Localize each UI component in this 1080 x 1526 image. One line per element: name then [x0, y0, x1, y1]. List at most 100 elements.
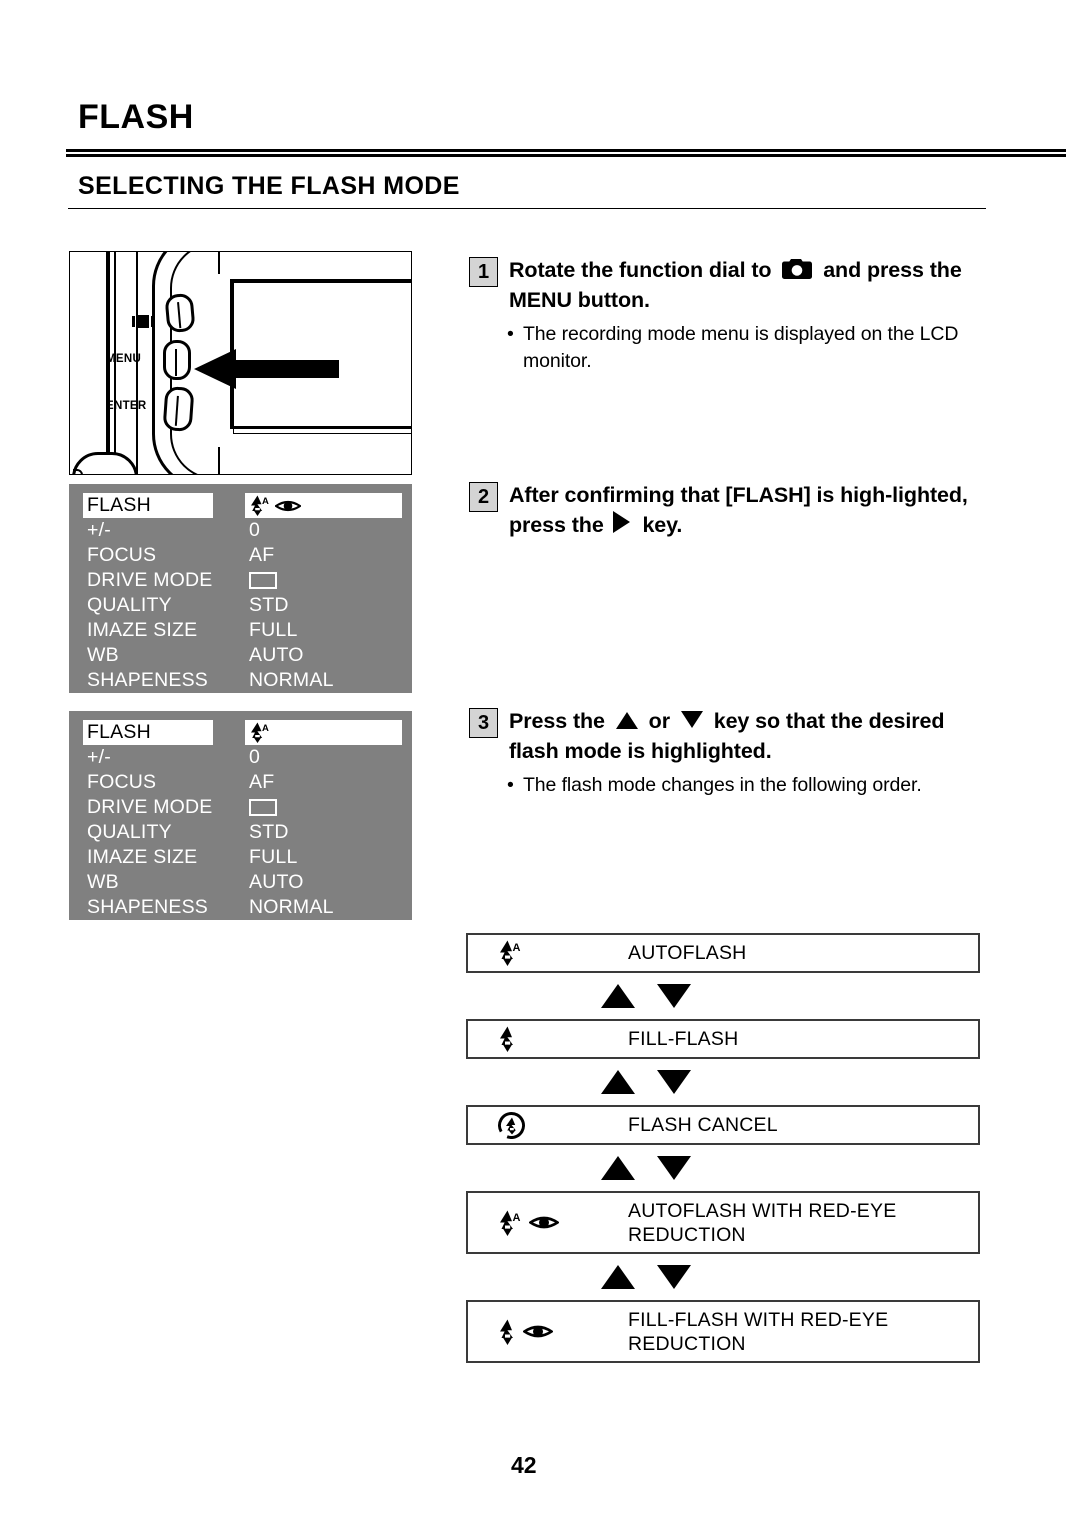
- lcd-value-exposure-comp: 0: [249, 746, 261, 768]
- step-1-number: 1: [469, 257, 498, 287]
- section-divider: [68, 208, 986, 209]
- title-divider: [66, 149, 1066, 157]
- camera-tick-bottom: [218, 447, 221, 474]
- lcd-menu-panel-1: FLASH A +/- 0 FOCUS AF DRIVE MODE QUALIT…: [69, 484, 412, 693]
- flash-auto-icon: A: [251, 495, 269, 516]
- lcd-row-image-size[interactable]: IMAZE SIZE FULL: [69, 618, 412, 643]
- step-3-text: Press the or key so that the desired fla…: [509, 706, 985, 766]
- lcd-row-wb[interactable]: WB AUTO: [69, 643, 412, 668]
- lcd-row-focus[interactable]: FOCUS AF: [69, 543, 412, 568]
- svg-text:A: A: [262, 723, 269, 734]
- flash-auto-icon: A: [500, 1210, 521, 1236]
- step-2-text-before: After confirming that [FLASH] is high-li…: [509, 483, 968, 537]
- flash-fill-icon: [500, 1026, 513, 1052]
- step-2-text-after: key.: [642, 513, 683, 537]
- lcd-row-quality[interactable]: QUALITY STD: [69, 593, 412, 618]
- lcd-row-quality[interactable]: QUALITY STD: [69, 820, 412, 845]
- lcd-label-quality: QUALITY: [87, 821, 172, 843]
- flash-mode-fill-flash[interactable]: FILL-FLASH: [466, 1019, 980, 1059]
- lcd-label-flash: FLASH: [83, 493, 213, 518]
- lcd-row-focus[interactable]: FOCUS AF: [69, 770, 412, 795]
- flash-mode-label: FILL-FLASH: [628, 1028, 739, 1050]
- step-1-text: Rotate the function dial to and press th…: [509, 255, 985, 315]
- flash-mode-flash-cancel[interactable]: FLASH CANCEL: [466, 1105, 980, 1145]
- lcd-value-sharpness: NORMAL: [249, 669, 334, 691]
- triangle-down-icon: [680, 711, 703, 728]
- flash-mode-icons: [498, 1026, 516, 1052]
- step-3-bullet: • The flash mode changes in the followin…: [507, 772, 985, 799]
- enter-button-label: ENTER: [106, 400, 147, 412]
- lcd-label-drive-mode: DRIVE MODE: [87, 569, 213, 591]
- bullet-dot-icon: •: [507, 323, 514, 345]
- step-2: 2 After confirming that [FLASH] is high-…: [469, 480, 985, 540]
- lcd-value-quality: STD: [249, 821, 289, 843]
- lcd-row-sharpness[interactable]: SHAPENESS NORMAL: [69, 668, 412, 693]
- step-3-text-before: Press the: [509, 709, 605, 733]
- flash-mode-label: AUTOFLASH: [628, 942, 747, 964]
- svg-text:A: A: [262, 496, 269, 507]
- lcd-value-image-size: FULL: [249, 619, 298, 641]
- lcd-row-image-size[interactable]: IMAZE SIZE FULL: [69, 845, 412, 870]
- flash-mode-fill-flash-redeye[interactable]: FILL-FLASH WITH RED-EYE REDUCTION: [466, 1300, 980, 1363]
- arrow-pair: [466, 1059, 980, 1105]
- lcd-label-sharpness: SHAPENESS: [87, 896, 209, 918]
- single-frame-icon: [249, 572, 277, 590]
- flash-mode-label: FILL-FLASH WITH RED-EYE REDUCTION: [628, 1308, 889, 1355]
- flash-mode-autoflash[interactable]: A AUTOFLASH: [466, 933, 980, 973]
- red-eye-icon: [275, 500, 301, 511]
- triangle-right-icon: [612, 511, 630, 533]
- lcd-row-exposure-comp[interactable]: +/- 0: [69, 745, 412, 770]
- arrow-pair: [466, 973, 980, 1019]
- flash-mode-icons: [498, 1319, 553, 1345]
- page-title: FLASH: [78, 98, 194, 136]
- lcd-label-sharpness: SHAPENESS: [87, 669, 209, 691]
- step-1-text-before: Rotate the function dial to: [509, 258, 772, 282]
- flash-auto-icon: A: [251, 722, 269, 743]
- lcd-value-focus: AF: [249, 544, 275, 566]
- flash-mode-icons: A: [498, 940, 522, 966]
- enter-button[interactable]: [162, 386, 195, 432]
- triangle-down-icon: [657, 1265, 691, 1289]
- page-number: 42: [511, 1452, 537, 1478]
- flash-mode-label: FLASH CANCEL: [628, 1114, 778, 1136]
- bullet-dot-icon: •: [507, 774, 514, 796]
- lcd-label-focus: FOCUS: [87, 544, 157, 566]
- red-eye-icon: [523, 1325, 553, 1338]
- step-1-bullet: • The recording mode menu is displayed o…: [507, 321, 985, 375]
- display-button[interactable]: [164, 292, 196, 334]
- flash-mode-autoflash-redeye[interactable]: A AUTOFLASH WITH RED-EYE REDUCTION: [466, 1191, 980, 1254]
- lcd-label-wb: WB: [87, 644, 119, 666]
- lcd-menu-panel-2: FLASH A +/- 0 FOCUS AF DRIVE MODE QUALIT…: [69, 711, 412, 920]
- triangle-up-icon: [615, 712, 638, 729]
- step-3-text-mid: or: [648, 709, 670, 733]
- display-icon: [132, 315, 154, 328]
- lcd-row-drive-mode[interactable]: DRIVE MODE: [69, 795, 412, 820]
- lcd-label-focus: FOCUS: [87, 771, 157, 793]
- step-1-heading: 1 Rotate the function dial to and press …: [469, 255, 985, 315]
- triangle-down-icon: [657, 1070, 691, 1094]
- step-1: 1 Rotate the function dial to and press …: [469, 255, 985, 375]
- lcd-row-flash[interactable]: FLASH A: [69, 493, 412, 518]
- menu-button[interactable]: [163, 340, 191, 380]
- lcd-value-flash: A: [245, 493, 402, 518]
- lcd-row-exposure-comp[interactable]: +/- 0: [69, 518, 412, 543]
- triangle-up-icon: [601, 984, 635, 1008]
- lcd-row-sharpness[interactable]: SHAPENESS NORMAL: [69, 895, 412, 920]
- lcd-label-drive-mode: DRIVE MODE: [87, 796, 213, 818]
- triangle-up-icon: [601, 1265, 635, 1289]
- triangle-down-icon: [657, 984, 691, 1008]
- svg-text:A: A: [513, 1212, 521, 1224]
- lcd-label-wb: WB: [87, 871, 119, 893]
- lcd-value-exposure-comp: 0: [249, 519, 261, 541]
- lcd-row-flash[interactable]: FLASH A: [69, 720, 412, 745]
- arrow-pair: [466, 1145, 980, 1191]
- step-3-bullet-text: The flash mode changes in the following …: [523, 774, 922, 796]
- flash-cancel-icon: [498, 1111, 525, 1139]
- lcd-value-focus: AF: [249, 771, 275, 793]
- step-2-heading: 2 After confirming that [FLASH] is high-…: [469, 480, 985, 540]
- lcd-row-wb[interactable]: WB AUTO: [69, 870, 412, 895]
- single-frame-icon: [249, 799, 277, 817]
- lcd-row-drive-mode[interactable]: DRIVE MODE: [69, 568, 412, 593]
- left-arrow-pointer-icon: [194, 349, 339, 389]
- lcd-value-wb: AUTO: [249, 871, 304, 893]
